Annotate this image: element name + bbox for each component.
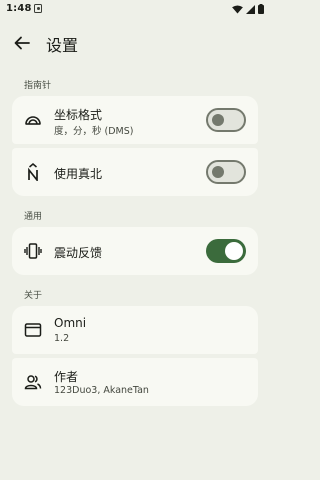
status-icons [232, 4, 264, 14]
app-window-icon [24, 323, 42, 337]
battery-icon [258, 4, 264, 14]
people-icon [24, 375, 42, 390]
notification-icon [34, 4, 42, 13]
status-bar: 1:48 [0, 0, 270, 18]
toggle-knob [212, 166, 224, 178]
vibration-icon [24, 243, 42, 259]
setting-title: 坐标格式 [54, 108, 103, 122]
true-north-toggle[interactable] [206, 160, 246, 184]
back-button[interactable] [10, 31, 34, 55]
toggle-knob [225, 242, 243, 260]
setting-haptic-feedback[interactable]: 震动反馈 [12, 227, 258, 275]
about-app-title: Omni [54, 316, 87, 330]
section-header-about: 关于 [24, 291, 43, 301]
setting-coordinate-format[interactable]: 坐标格式 度，分，秒 (DMS) [12, 96, 258, 144]
setting-subtitle: 度，分，秒 (DMS) [54, 126, 134, 137]
arc-dashboard-icon [25, 116, 41, 125]
haptic-feedback-toggle[interactable] [206, 239, 246, 263]
setting-title: 使用真北 [54, 167, 103, 181]
page-title: 设置 [46, 36, 79, 55]
about-app-item[interactable]: Omni 1.2 [12, 306, 258, 354]
about-authors-names: 123Duo3, AkaneTan [54, 385, 149, 396]
setting-true-north[interactable]: 使用真北 [12, 148, 258, 196]
about-app-version: 1.2 [54, 333, 70, 344]
toggle-knob [212, 114, 224, 126]
section-header-general: 通用 [24, 212, 43, 222]
wifi-icon [232, 4, 243, 14]
north-arrow-icon [28, 163, 38, 181]
arrow-back-icon [14, 36, 30, 50]
signal-icon [246, 4, 255, 14]
about-authors-title: 作者 [54, 370, 79, 384]
app-bar: 设置 [0, 26, 270, 60]
status-time: 1:48 [6, 3, 32, 14]
about-authors-item[interactable]: 作者 123Duo3, AkaneTan [12, 358, 258, 406]
coordinate-format-toggle[interactable] [206, 108, 246, 132]
setting-title: 震动反馈 [54, 246, 103, 260]
section-header-compass: 指南针 [24, 81, 52, 91]
